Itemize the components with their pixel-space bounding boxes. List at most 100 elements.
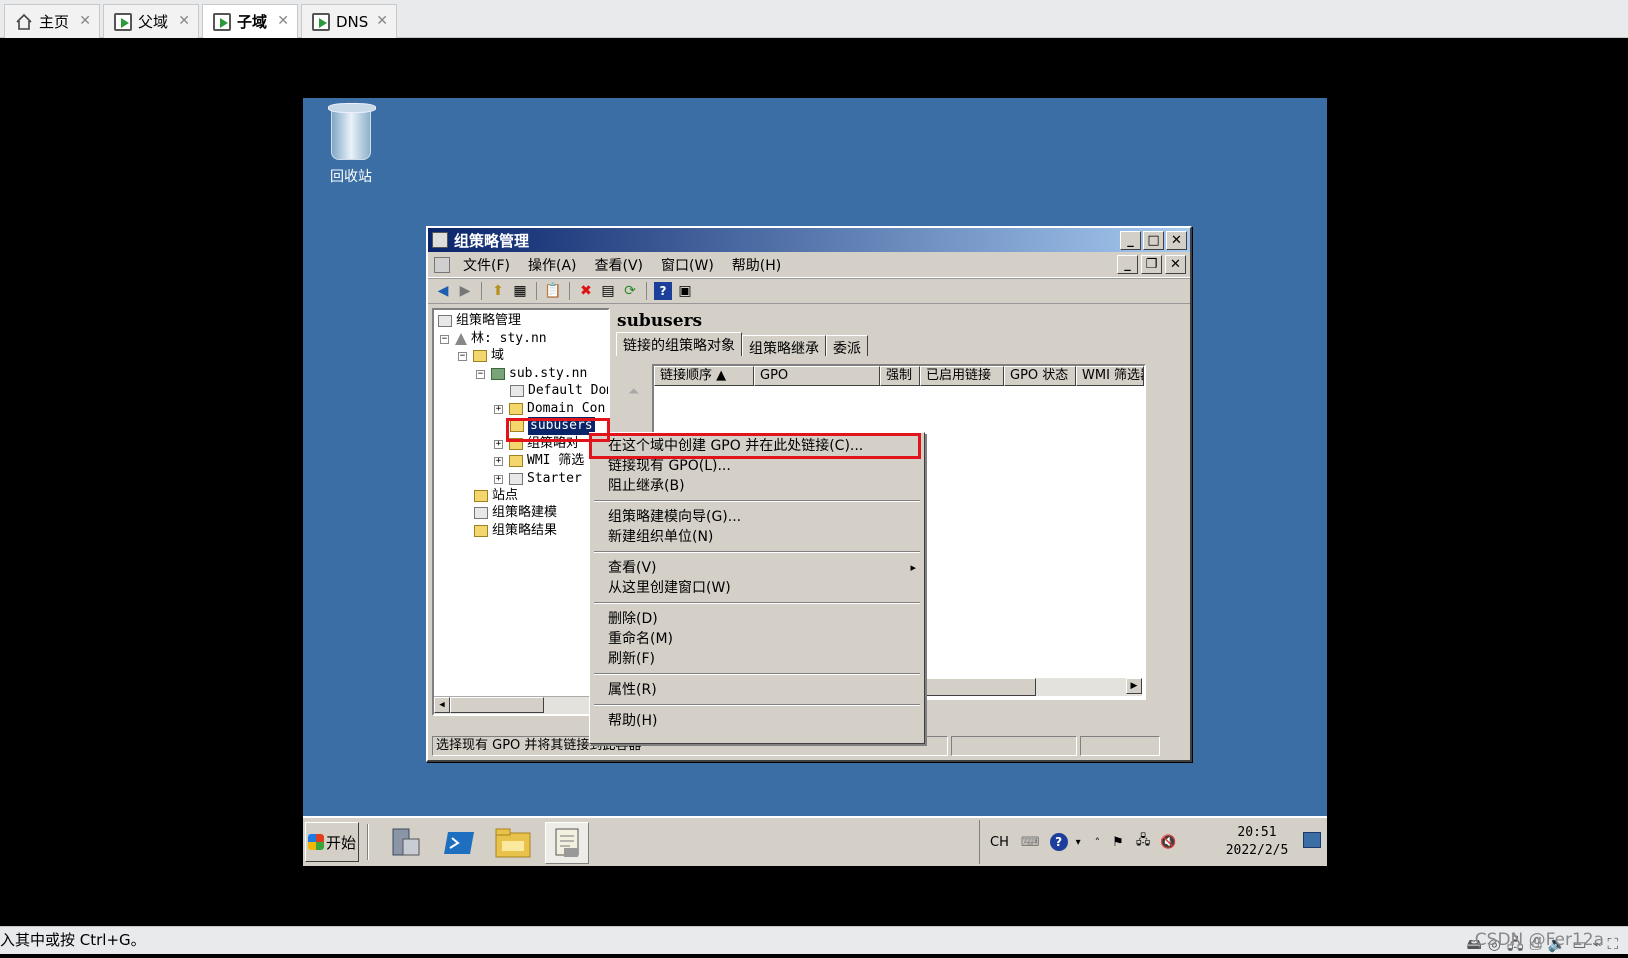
recycle-bin-icon [328, 103, 376, 160]
show-desktop-icon[interactable] [1303, 832, 1321, 848]
menu-item-new-ou[interactable]: 新建组织单位(N) [608, 527, 713, 547]
move-up-icon[interactable]: ⏶ [628, 384, 644, 400]
recycle-bin[interactable]: 回收站 [323, 103, 379, 186]
column-enforced[interactable]: 强制 [880, 366, 920, 386]
help-icon[interactable]: ? [654, 282, 672, 300]
tree-node-gpo-objects[interactable]: + 组策略对 [494, 435, 579, 453]
table-header: 链接顺序 ▲ GPO 强制 已启用链接 GPO 状态 WMI 筛选器 [654, 366, 1144, 386]
menu-item-properties[interactable]: 属性(R) [608, 680, 657, 700]
powershell-icon[interactable] [437, 822, 481, 864]
menu-item-refresh[interactable]: 刷新(F) [608, 649, 655, 669]
close-icon[interactable]: ✕ [178, 13, 190, 29]
collapse-icon[interactable]: − [476, 369, 485, 379]
tree-node-domain[interactable]: − sub.sty.nn [476, 365, 587, 383]
explorer-icon[interactable] [491, 822, 535, 864]
action-center-flag-icon[interactable]: ⚑ [1112, 835, 1124, 850]
keyboard-icon[interactable]: ⌨ [1021, 835, 1040, 850]
start-button[interactable]: 开始 [305, 822, 359, 862]
mdi-minimize-button[interactable]: _ [1117, 255, 1138, 274]
show-tree-icon[interactable]: ▦ [511, 282, 529, 300]
window-title-bar[interactable]: 组策略管理 _ □ ✕ [428, 228, 1190, 252]
scroll-right-icon[interactable]: ▶ [1126, 678, 1142, 694]
menu-item-rename[interactable]: 重命名(M) [608, 629, 673, 649]
modeling-icon [474, 507, 488, 519]
mdi-close-button[interactable]: ✕ [1165, 255, 1186, 274]
language-indicator[interactable]: CH [990, 835, 1009, 850]
table-horizontal-scrollbar[interactable]: ▶ [900, 678, 1142, 696]
start-label: 开始 [325, 833, 356, 852]
console-view-icon[interactable]: ▣ [676, 282, 694, 300]
details-tabs: 链接的组策略对象 组策略继承 委派 [614, 332, 1160, 357]
minimize-button[interactable]: _ [1120, 231, 1141, 250]
close-icon[interactable]: ✕ [277, 13, 289, 29]
tree-node-wmi-filters[interactable]: + WMI 筛选 [494, 452, 584, 470]
column-gpo-status[interactable]: GPO 状态 [1004, 366, 1076, 386]
close-icon[interactable]: ✕ [79, 13, 91, 29]
tree-node-sites[interactable]: 站点 [474, 487, 518, 505]
menu-item-new-window[interactable]: 从这里创建窗口(W) [608, 578, 731, 598]
menu-action[interactable]: 操作(A) [519, 255, 586, 275]
column-wmi-filter[interactable]: WMI 筛选器 [1076, 366, 1144, 386]
collapse-icon[interactable]: − [440, 334, 449, 344]
mdi-restore-button[interactable]: ❐ [1141, 255, 1162, 274]
expand-icon[interactable]: + [494, 474, 503, 484]
close-icon[interactable]: ✕ [376, 13, 388, 29]
tree-node-root[interactable]: 组策略管理 [438, 312, 521, 330]
menu-help[interactable]: 帮助(H) [723, 255, 790, 275]
tab-inheritance[interactable]: 组策略继承 [742, 335, 826, 357]
menu-item-modeling-wizard[interactable]: 组策略建模向导(G)... [608, 507, 741, 527]
host-tab-dns[interactable]: DNS ✕ [301, 4, 397, 38]
tree-pane[interactable]: 组策略管理 − 林: sty.nn − 域 − sub.sty.nn Defau… [432, 308, 610, 716]
menu-item-delete[interactable]: 删除(D) [608, 609, 658, 629]
menu-file[interactable]: 文件(F) [454, 255, 519, 275]
column-link-enabled[interactable]: 已启用链接 [920, 366, 1004, 386]
volume-muted-icon[interactable]: 🔇 [1160, 835, 1176, 850]
refresh-icon[interactable]: ⟳ [621, 282, 639, 300]
show-hidden-icons-icon[interactable]: ˄ [1095, 836, 1101, 849]
tree-node-starter[interactable]: + Starter [494, 470, 582, 488]
clipboard-icon[interactable]: 📋 [544, 282, 562, 300]
menu-item-view[interactable]: 查看(V) [608, 558, 657, 578]
menu-view[interactable]: 查看(V) [586, 255, 653, 275]
properties-icon[interactable]: ▤ [599, 282, 617, 300]
menu-window[interactable]: 窗口(W) [652, 255, 723, 275]
expand-icon[interactable]: + [494, 439, 503, 449]
host-tab-child-domain[interactable]: 子域 ✕ [202, 4, 298, 38]
menu-item-link-existing-gpo[interactable]: 链接现有 GPO(L)... [608, 456, 731, 476]
tree-node-domains[interactable]: − 域 [458, 347, 504, 365]
maximize-button[interactable]: □ [1143, 231, 1164, 250]
ime-options-icon[interactable]: ▾ [1076, 837, 1081, 848]
scroll-thumb[interactable] [450, 697, 544, 713]
tree-node-default-policy[interactable]: Default Dom [510, 382, 608, 400]
tree-node-domain-controllers[interactable]: + Domain Con [494, 400, 605, 418]
network-icon[interactable]: 🖧 [1136, 831, 1151, 853]
console-icon[interactable] [434, 256, 450, 273]
host-tab-parent-domain[interactable]: 父域 ✕ [103, 4, 199, 38]
tree-node-forest[interactable]: − 林: sty.nn [440, 330, 547, 348]
tab-delegation[interactable]: 委派 [826, 335, 868, 357]
taskbar-gpmc-button[interactable] [545, 822, 589, 864]
menu-item-create-and-link-gpo[interactable]: 在这个域中创建 GPO 并在此处链接(C)... [608, 436, 863, 456]
back-icon[interactable]: ◀ [434, 282, 452, 300]
help-icon[interactable]: ? [1049, 833, 1068, 851]
tab-linked-gpos[interactable]: 链接的组策略对象 [616, 332, 742, 356]
clock[interactable]: 20:51 2022/2/5 [1212, 820, 1302, 860]
close-button[interactable]: ✕ [1166, 231, 1187, 250]
tree-node-modeling[interactable]: 组策略建模 [474, 504, 557, 522]
tree-horizontal-scrollbar[interactable]: ◀ [434, 696, 608, 714]
forward-icon[interactable]: ▶ [456, 282, 474, 300]
delete-icon[interactable]: ✖ [577, 282, 595, 300]
menu-item-block-inheritance[interactable]: 阻止继承(B) [608, 476, 685, 496]
column-link-order[interactable]: 链接顺序 ▲ [654, 366, 754, 386]
host-tab-home[interactable]: 主页 ✕ [4, 4, 100, 38]
expand-icon[interactable]: + [494, 456, 503, 466]
expand-icon[interactable]: + [494, 404, 503, 414]
collapse-icon[interactable]: − [458, 351, 467, 361]
scroll-left-icon[interactable]: ◀ [434, 697, 450, 713]
menu-item-help[interactable]: 帮助(H) [608, 711, 657, 731]
column-gpo[interactable]: GPO [754, 366, 880, 386]
server-manager-icon[interactable] [383, 822, 427, 864]
up-folder-icon[interactable]: ⬆ [489, 282, 507, 300]
tree-node-results[interactable]: 组策略结果 [474, 522, 557, 540]
tree-node-subusers[interactable]: subusers [510, 417, 595, 435]
